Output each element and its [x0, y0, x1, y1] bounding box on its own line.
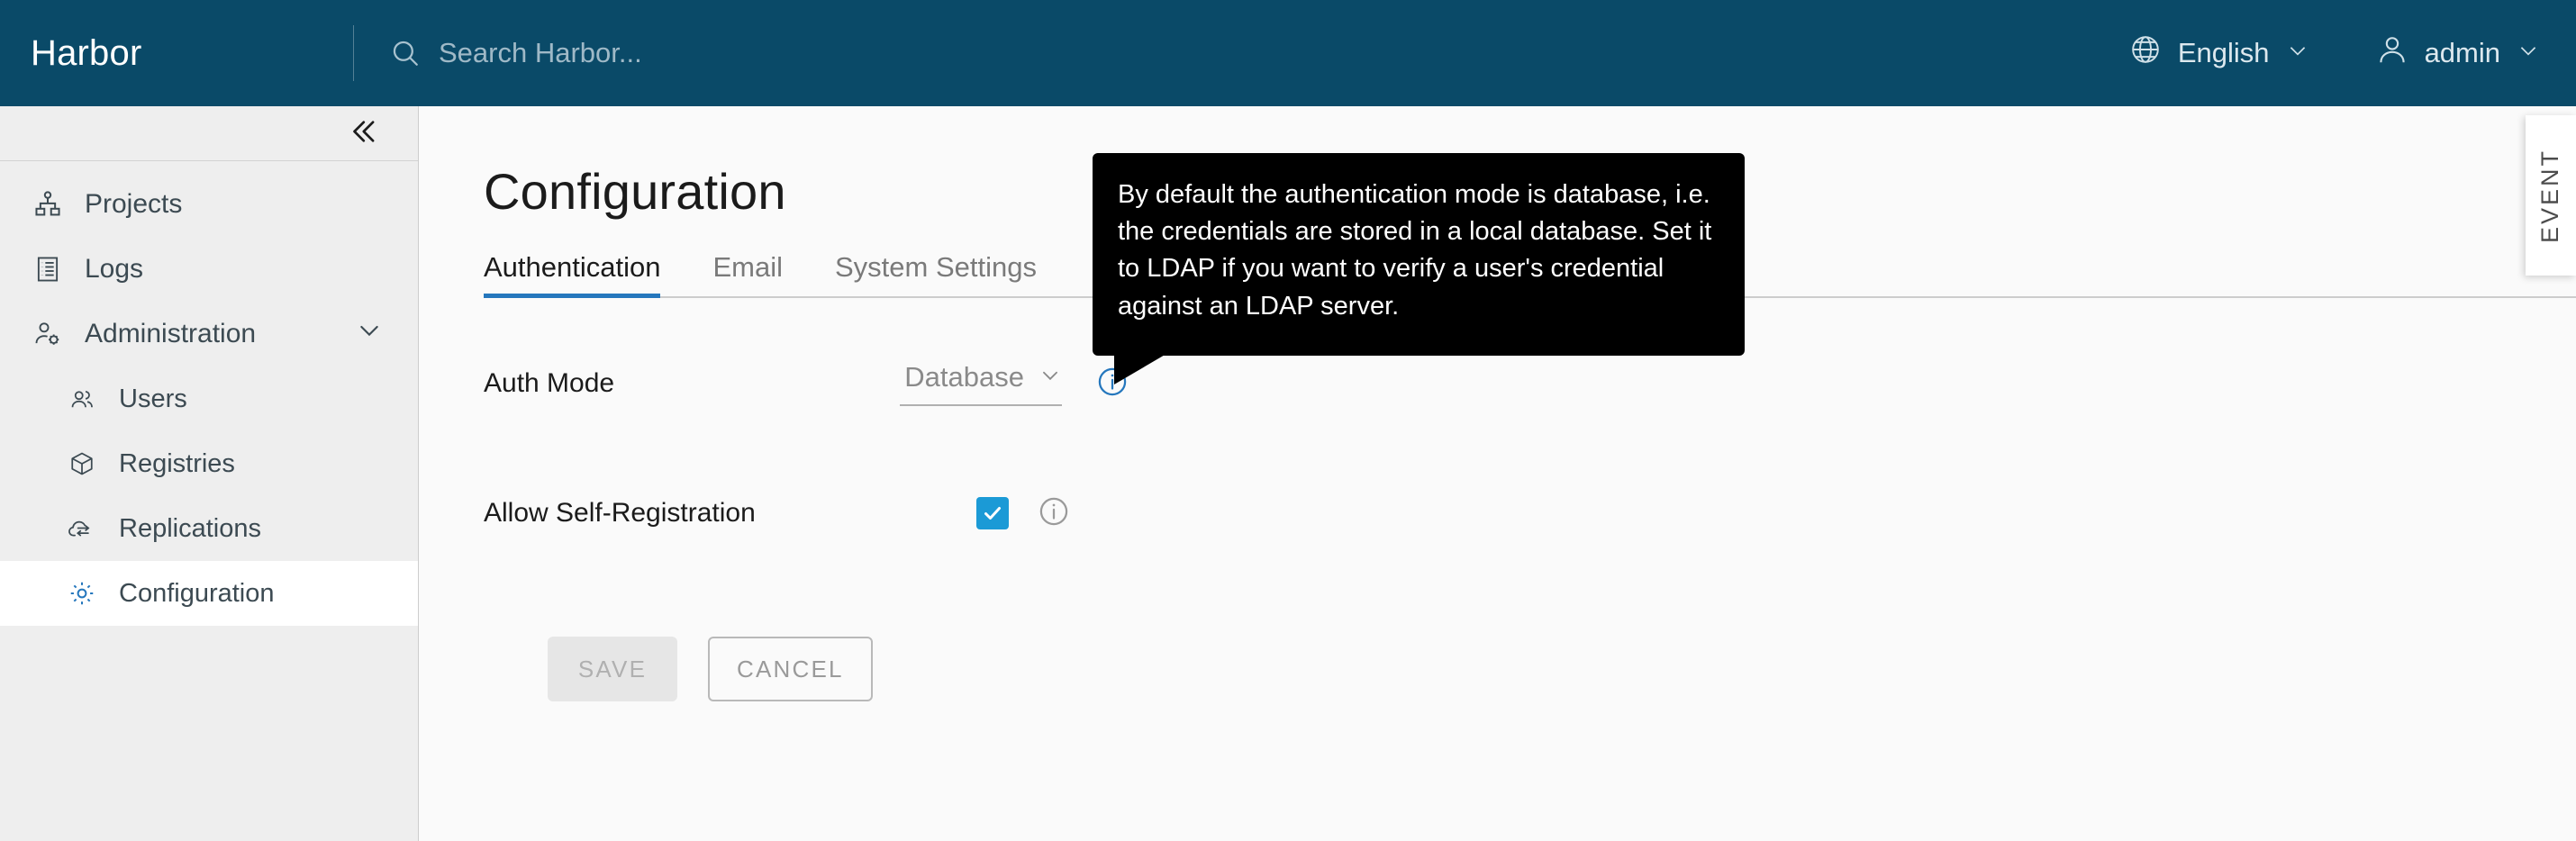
user-icon [2376, 33, 2408, 73]
replications-icon [65, 515, 99, 542]
self-registration-row: Allow Self-Registration [484, 480, 2576, 547]
tab-email[interactable]: Email [712, 251, 783, 298]
top-header: Harbor Search Harbor... English admin [0, 0, 2576, 106]
sidebar-item-label: Configuration [119, 578, 275, 608]
globe-icon [2129, 33, 2162, 73]
save-button[interactable]: SAVE [548, 637, 677, 701]
header-actions: English admin [2129, 33, 2576, 73]
auth-mode-value: Database [904, 361, 1024, 393]
administration-icon [31, 320, 65, 348]
sidebar-item-configuration[interactable]: Configuration [0, 561, 418, 626]
language-label: English [2177, 37, 2270, 68]
auth-mode-tooltip: By default the authentication mode is da… [1093, 153, 1745, 384]
sidebar-item-projects[interactable]: Projects [0, 172, 418, 237]
sidebar-item-label: Administration [85, 319, 257, 348]
gear-icon [65, 579, 99, 608]
auth-mode-label: Auth Mode [484, 368, 615, 398]
self-registration-info-icon[interactable] [1038, 495, 1070, 532]
chevron-down-icon [2517, 37, 2540, 69]
auth-mode-select[interactable]: Database [900, 361, 1062, 406]
account-menu[interactable]: admin [2376, 33, 2540, 73]
sidebar-collapse-bar [0, 106, 418, 161]
form-actions: SAVE CANCEL [484, 637, 2576, 701]
registries-icon [65, 450, 99, 477]
app-window: Harbor Search Harbor... English admin Pr… [0, 0, 2576, 841]
search-icon [390, 38, 421, 68]
sidebar-item-replications[interactable]: Replications [0, 496, 418, 561]
event-panel-label: EVENT [2536, 148, 2564, 243]
account-label: admin [2424, 37, 2500, 68]
chevron-down-icon[interactable] [355, 316, 384, 352]
sidebar-item-label: Replications [119, 513, 261, 543]
check-icon [982, 502, 1003, 524]
chevron-down-icon [2286, 37, 2309, 69]
projects-icon [31, 190, 65, 219]
language-selector[interactable]: English [2129, 33, 2309, 73]
users-icon [65, 385, 99, 412]
chevron-down-icon [1039, 364, 1062, 392]
event-panel-tab[interactable]: EVENT [2526, 115, 2576, 276]
tab-system-settings[interactable]: System Settings [835, 251, 1037, 298]
self-registration-label: Allow Self-Registration [484, 498, 756, 528]
sidebar-item-administration[interactable]: Administration [0, 302, 418, 366]
auth-mode-row: Auth Mode Database [484, 350, 2576, 417]
sidebar-item-label: Projects [85, 189, 183, 219]
cancel-button[interactable]: CANCEL [708, 637, 873, 701]
tab-authentication[interactable]: Authentication [484, 251, 661, 298]
authentication-form: Auth Mode Database Allow Self-Registrati… [420, 298, 2576, 701]
sidebar-item-label: Logs [85, 254, 144, 284]
app-brand[interactable]: Harbor [0, 33, 353, 74]
self-registration-checkbox[interactable] [976, 497, 1009, 529]
sidebar-item-logs[interactable]: Logs [0, 237, 418, 302]
search-box[interactable] [390, 37, 2129, 69]
search-input[interactable] [439, 37, 1069, 69]
sidebar-nav: Projects Logs Administration Users Regis… [0, 161, 418, 626]
sidebar-item-registries[interactable]: Registries [0, 431, 418, 496]
sidebar: Projects Logs Administration Users Regis… [0, 106, 419, 841]
sidebar-item-users[interactable]: Users [0, 366, 418, 431]
double-chevron-left-icon[interactable] [346, 114, 380, 153]
sidebar-item-label: Registries [119, 448, 235, 478]
header-divider [353, 25, 354, 81]
logs-icon [31, 255, 65, 284]
sidebar-item-label: Users [119, 384, 187, 413]
